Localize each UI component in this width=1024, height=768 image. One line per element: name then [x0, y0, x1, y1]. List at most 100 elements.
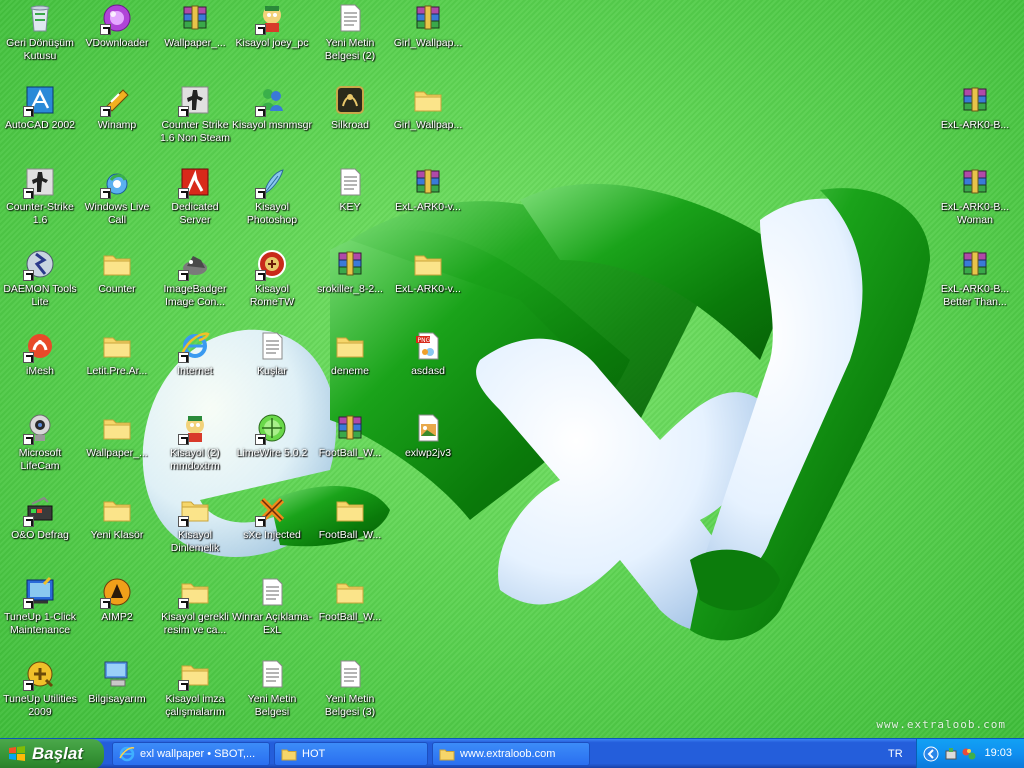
shortcut-arrow-icon: [23, 106, 34, 117]
desktop-icon[interactable]: PNG asdasd: [388, 330, 468, 408]
desktop-icon[interactable]: VDownloader: [77, 2, 157, 80]
desktop-icon[interactable]: ExL-ARK0-B... Better Than...: [935, 248, 1015, 326]
shortcut-arrow-icon: [100, 24, 111, 35]
network-icon[interactable]: [961, 746, 977, 762]
desktop-icon-label: Dedicated Server: [171, 201, 219, 226]
cartoon-character-icon: [255, 2, 288, 35]
shortcut-arrow-icon: [178, 188, 189, 199]
desktop[interactable]: www.extraloob.com Geri Dönüşüm Kutusu VDo…: [0, 0, 1024, 738]
desktop-icon[interactable]: Counter Strike 1.6 Non Steam: [155, 84, 235, 162]
desktop-icon-label: exlwp2jv3: [404, 447, 452, 459]
desktop-icon[interactable]: Wallpaper_...: [77, 412, 157, 490]
shortcut-arrow-icon: [255, 270, 266, 281]
desktop-icon[interactable]: KEY: [310, 166, 390, 244]
desktop-icon[interactable]: Kisayol (2) mmdoxtrm: [155, 412, 235, 490]
desktop-icon[interactable]: Geri Dönüşüm Kutusu: [0, 2, 80, 80]
taskbar-button-exl-wallpaper[interactable]: exl wallpaper • SBOT,...: [112, 742, 270, 766]
desktop-icon[interactable]: ExL-ARK0-B... Woman: [935, 166, 1015, 244]
desktop-icon-label: FootBall_W...: [318, 611, 382, 623]
desktop-icon[interactable]: Kisayol joey_pc: [232, 2, 312, 80]
desktop-icon[interactable]: srokiller_8-2...: [310, 248, 390, 326]
desktop-icon-label: Girl_Wallpap...: [393, 119, 463, 131]
desktop-icon[interactable]: Kuşlar: [232, 330, 312, 408]
winrar-archive-icon: [334, 412, 366, 444]
desktop-icon[interactable]: Yeni Klasör: [77, 494, 157, 572]
daemon-tools-icon: [23, 248, 56, 281]
desktop-icon[interactable]: AutoCAD 2002: [0, 84, 80, 162]
folder-icon: [412, 84, 444, 116]
desktop-icon-label: Letit.Pre.Ar...: [86, 365, 148, 377]
show-hidden-icons-chevron-icon[interactable]: [923, 746, 939, 762]
desktop-icon[interactable]: DAEMON Tools Lite: [0, 248, 80, 326]
safely-remove-hardware-icon[interactable]: [943, 746, 959, 762]
desktop-icon[interactable]: LimeWire 5.0.2: [232, 412, 312, 490]
taskbar-button-extraloob[interactable]: www.extraloob.com: [432, 742, 590, 766]
taskbar-button-hot[interactable]: HOT: [274, 742, 428, 766]
desktop-icon[interactable]: exlwp2jv3: [388, 412, 468, 490]
desktop-icon-label: Counter-Strike 1.6: [6, 201, 74, 226]
taskbar: Başlat exl wallpaper • SBOT,... HOT www.…: [0, 738, 1024, 768]
desktop-icon[interactable]: deneme: [310, 330, 390, 408]
desktop-icon[interactable]: Windows Live Call: [77, 166, 157, 244]
desktop-icon[interactable]: Yeni Metin Belgesi (2): [310, 2, 390, 80]
desktop-icon[interactable]: ExL-ARK0-B...: [935, 84, 1015, 162]
taskbar-button-label: HOT: [302, 748, 326, 760]
desktop-icon[interactable]: Kisayol imza çalışmalarım: [155, 658, 235, 736]
desktop-icon[interactable]: Wallpaper_...: [155, 2, 235, 80]
desktop-icon[interactable]: Girl_Wallpap...: [388, 2, 468, 80]
desktop-icon-label: KEY: [339, 201, 361, 213]
desktop-icon[interactable]: TuneUp 1-Click Maintenance: [0, 576, 80, 654]
shortcut-arrow-icon: [178, 680, 189, 691]
folder-icon: [281, 749, 297, 761]
desktop-icon[interactable]: TuneUp Utilities 2009: [0, 658, 80, 736]
desktop-icon[interactable]: O&O Defrag: [0, 494, 80, 572]
desktop-icon[interactable]: FootBall_W...: [310, 412, 390, 490]
desktop-icon[interactable]: Kisayol msnmsgr: [232, 84, 312, 162]
system-clock[interactable]: 19:03: [984, 747, 1012, 759]
desktop-icon[interactable]: ExL-ARK0-v...: [388, 166, 468, 244]
desktop-icon[interactable]: Microsoft LifeCam: [0, 412, 80, 490]
shortcut-arrow-icon: [23, 352, 34, 363]
desktop-icon[interactable]: Silkroad: [310, 84, 390, 162]
desktop-icon[interactable]: Winamp: [77, 84, 157, 162]
winrar-archive-icon: [959, 248, 991, 280]
desktop-icon[interactable]: Letit.Pre.Ar...: [77, 330, 157, 408]
shortcut-arrow-icon: [178, 270, 189, 281]
desktop-icon[interactable]: Winrar Açıklama-ExL: [232, 576, 312, 654]
webcam-icon: [23, 412, 56, 445]
text-document-icon: [256, 330, 288, 362]
desktop-icon[interactable]: ImageBadger Image Con...: [155, 248, 235, 326]
desktop-icon-label: Counter Strike 1.6 Non Steam: [159, 119, 231, 144]
desktop-icon[interactable]: sXe Injected: [232, 494, 312, 572]
desktop-icon-label: deneme: [331, 365, 369, 377]
desktop-icon[interactable]: Dedicated Server: [155, 166, 235, 244]
folder-icon: [101, 330, 133, 362]
desktop-icon[interactable]: Kisayol Dinlemelik: [155, 494, 235, 572]
desktop-icon[interactable]: Yeni Metin Belgesi (3): [310, 658, 390, 736]
windows-live-call-icon: [100, 166, 133, 199]
language-indicator[interactable]: TR: [888, 748, 903, 760]
desktop-icon[interactable]: FootBall_W...: [310, 494, 390, 572]
desktop-icon[interactable]: Counter: [77, 248, 157, 326]
desktop-icon[interactable]: iMesh: [0, 330, 80, 408]
desktop-icon[interactable]: ExL-ARK0-v...: [388, 248, 468, 326]
desktop-icon[interactable]: Yeni Metin Belgesi: [232, 658, 312, 736]
text-document-icon: [256, 576, 288, 608]
desktop-icon[interactable]: AIMP2: [77, 576, 157, 654]
desktop-icon[interactable]: Internet: [155, 330, 235, 408]
desktop-icon[interactable]: Bilgisayarım: [77, 658, 157, 736]
winrar-archive-icon: [412, 166, 444, 198]
counter-strike-icon: [178, 84, 211, 117]
desktop-icon[interactable]: Kisayol gerekli resim ve ca...: [155, 576, 235, 654]
tuneup-icon: [23, 576, 56, 609]
start-button[interactable]: Başlat: [0, 739, 104, 768]
desktop-icon[interactable]: Girl_Wallpap...: [388, 84, 468, 162]
desktop-icon[interactable]: Kisayol Photoshop: [232, 166, 312, 244]
folder-icon: [101, 412, 133, 444]
desktop-icon[interactable]: Kisayol RomeTW: [232, 248, 312, 326]
folder-icon: [334, 330, 366, 362]
start-button-label: Başlat: [32, 744, 84, 763]
desktop-icon-label: Kisayol joey_pc: [235, 37, 309, 49]
desktop-icon[interactable]: FootBall_W...: [310, 576, 390, 654]
desktop-icon[interactable]: Counter-Strike 1.6: [0, 166, 80, 244]
